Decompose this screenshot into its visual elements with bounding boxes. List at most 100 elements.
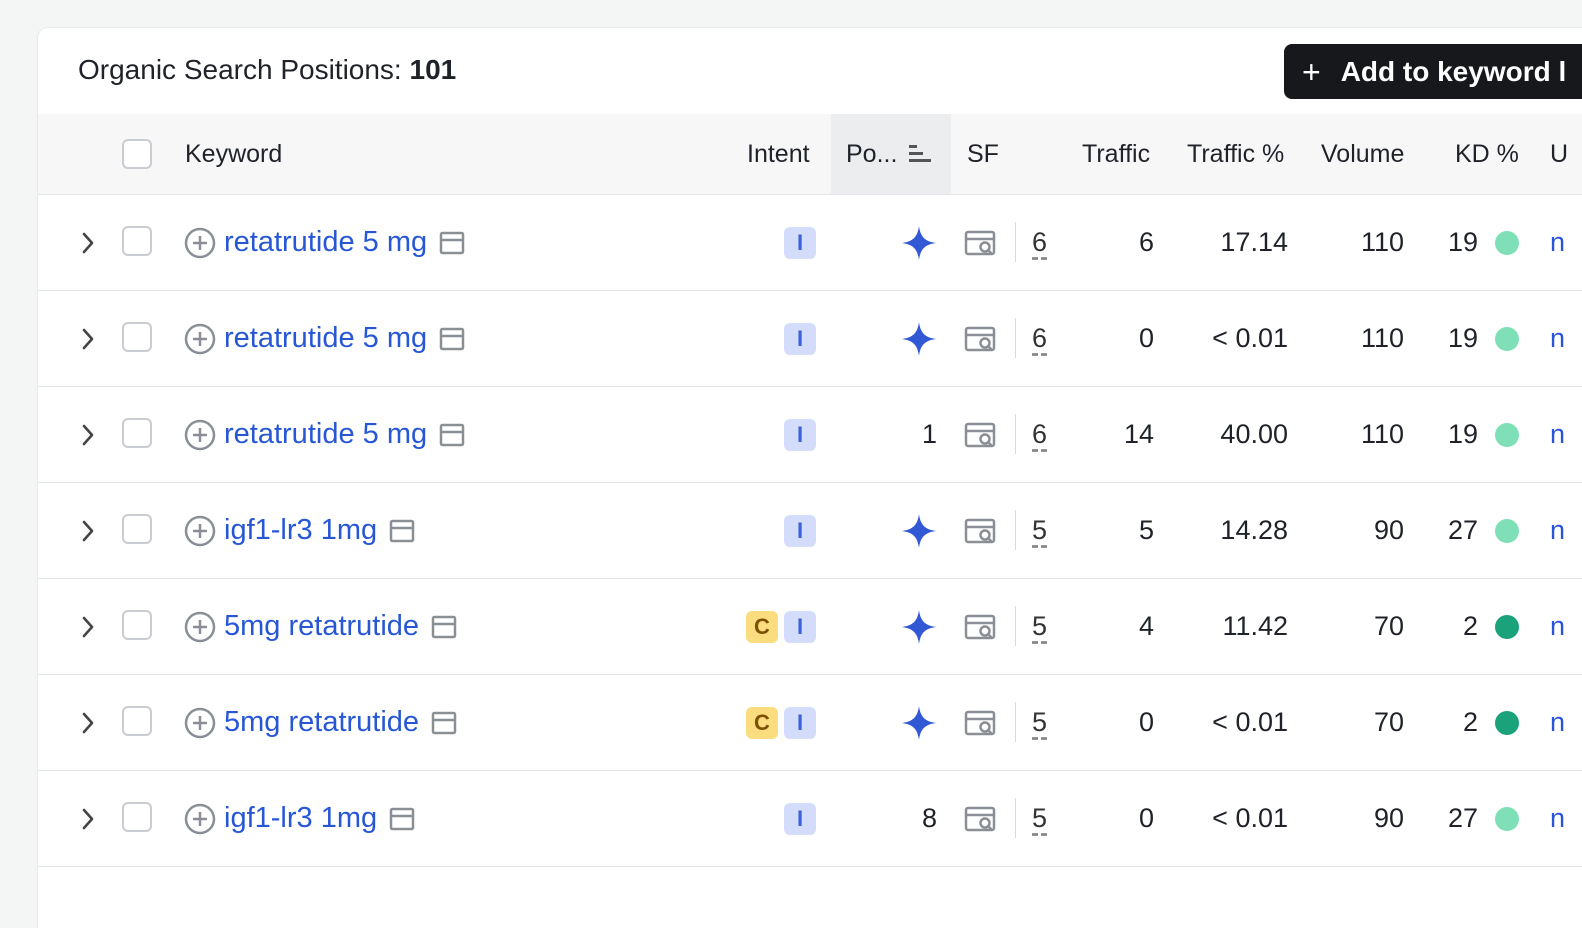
serp-features-icon[interactable] [964,516,998,546]
intent-cell: CI [678,675,816,770]
position-cell [831,291,937,386]
serp-features-icon[interactable] [964,708,998,738]
traffic-cell: 14 [1123,419,1154,449]
column-keyword[interactable]: Keyword [185,114,282,194]
keyword-cell: 5mg retatrutide [184,675,457,770]
position-cell [831,483,937,578]
sf-divider [1015,414,1016,454]
volume-cell: 70 [1373,707,1404,737]
row-checkbox[interactable] [122,322,152,352]
sf-count-cell: 5 [1032,579,1047,674]
url-link[interactable]: n [1550,515,1565,546]
row-checkbox[interactable] [122,706,152,736]
serp-snapshot-icon[interactable] [439,422,465,448]
serp-features-icon[interactable] [964,228,998,258]
select-all-checkbox[interactable] [122,139,152,169]
chevron-right-icon [82,616,94,637]
sf-count[interactable]: 6 [1032,419,1047,450]
add-keyword-icon[interactable] [184,419,216,451]
serp-snapshot-icon[interactable] [439,230,465,256]
url-link[interactable]: n [1550,323,1565,354]
row-checkbox[interactable] [122,610,152,640]
url-link[interactable]: n [1550,803,1565,834]
column-volume[interactable]: Volume [1321,114,1404,194]
kd-difficulty-dot [1495,614,1519,639]
intent-badge: I [784,514,816,547]
sf-count-cell: 5 [1032,483,1047,578]
column-traffic-pct[interactable]: Traffic % [1187,114,1284,194]
keyword-link[interactable]: igf1-lr3 1mg [224,802,377,835]
keyword-link[interactable]: retatrutide 5 mg [224,418,427,451]
serp-features-icon[interactable] [964,612,998,642]
row-checkbox[interactable] [122,514,152,544]
serp-features-icon[interactable] [964,804,998,834]
url-link[interactable]: n [1550,611,1565,642]
expand-row-toggle[interactable] [80,483,102,578]
expand-row-toggle[interactable] [80,387,102,482]
keyword-link[interactable]: 5mg retatrutide [224,610,419,643]
column-kd[interactable]: KD % [1455,114,1519,194]
column-intent[interactable]: Intent [747,114,810,194]
sf-cell [964,771,998,866]
url-link[interactable]: n [1550,707,1565,738]
sf-count-cell: 6 [1032,387,1047,482]
sf-divider [1015,318,1016,358]
volume-cell: 110 [1360,227,1404,257]
url-link[interactable]: n [1550,419,1565,450]
keyword-cell: retatrutide 5 mg [184,291,465,386]
keyword-link[interactable]: retatrutide 5 mg [224,322,427,355]
sf-count[interactable]: 5 [1032,707,1047,738]
serp-snapshot-icon[interactable] [389,806,415,832]
sf-cell [964,195,998,290]
serp-snapshot-icon[interactable] [439,326,465,352]
serp-snapshot-icon[interactable] [431,710,457,736]
sf-divider [1015,510,1016,550]
keyword-link[interactable]: retatrutide 5 mg [224,226,427,259]
keyword-link[interactable]: 5mg retatrutide [224,706,419,739]
row-checkbox[interactable] [122,418,152,448]
add-keyword-icon[interactable] [184,515,216,547]
table-row: retatrutide 5 mg I 1 6 14 40.00 110 19 n [38,387,1582,483]
sf-count[interactable]: 5 [1032,611,1047,642]
url-link[interactable]: n [1550,227,1565,258]
add-keyword-icon[interactable] [184,707,216,739]
add-keyword-icon[interactable] [184,803,216,835]
positions-count: 101 [409,54,457,85]
serp-snapshot-icon[interactable] [389,518,415,544]
ai-overview-icon [902,705,936,740]
sf-count[interactable]: 6 [1032,227,1047,258]
serp-features-icon[interactable] [964,420,998,450]
expand-row-toggle[interactable] [80,291,102,386]
position-value: 8 [921,803,937,833]
column-url[interactable]: U [1550,114,1568,194]
add-button-label: Add to keyword l [1340,55,1567,87]
url-cell: n [1550,195,1565,290]
add-keyword-icon[interactable] [184,611,216,643]
expand-row-toggle[interactable] [80,771,102,866]
traffic-cell: 0 [1138,707,1154,737]
column-traffic[interactable]: Traffic [1082,114,1150,194]
expand-row-toggle[interactable] [80,579,102,674]
volume-cell: 70 [1373,611,1404,641]
traffic-pct-cell: < 0.01 [1212,323,1288,353]
column-sf[interactable]: SF [967,114,999,194]
traffic-pct-cell: < 0.01 [1212,803,1288,833]
sf-count[interactable]: 5 [1032,803,1047,834]
row-checkbox[interactable] [122,226,152,256]
column-position[interactable]: Po... [831,114,951,194]
expand-row-toggle[interactable] [80,675,102,770]
keyword-link[interactable]: igf1-lr3 1mg [224,514,377,547]
serp-features-icon[interactable] [964,324,998,354]
expand-row-toggle[interactable] [80,195,102,290]
row-checkbox[interactable] [122,802,152,832]
position-cell: 1 [831,387,937,482]
add-keyword-icon[interactable] [184,227,216,259]
add-keyword-icon[interactable] [184,323,216,355]
intent-cell: I [678,771,816,866]
serp-snapshot-icon[interactable] [431,614,457,640]
add-to-keyword-list-button[interactable]: + Add to keyword l [1284,44,1582,99]
sf-count[interactable]: 5 [1032,515,1047,546]
sf-count[interactable]: 6 [1032,323,1047,354]
url-cell: n [1550,771,1565,866]
organic-positions-card: Organic Search Positions: 101 + Add to k… [38,28,1582,928]
